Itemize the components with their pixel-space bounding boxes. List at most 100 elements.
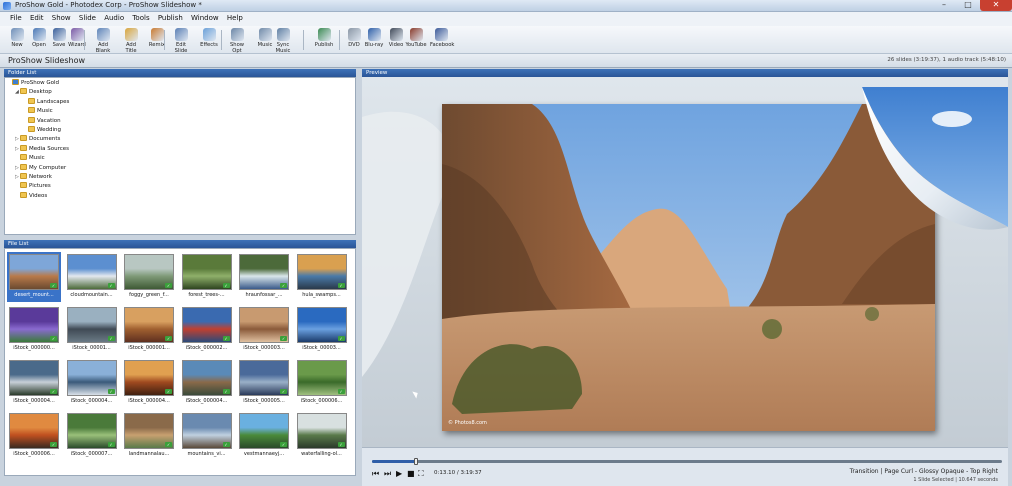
toolbar-add-title-button[interactable]: Add Title: [120, 28, 142, 54]
file-label: landmannalau...: [128, 451, 170, 457]
file-thumbnail[interactable]: ✓ forest_trees-...: [180, 252, 234, 302]
folder-tree-item[interactable]: ▷ Documents: [15, 135, 60, 144]
toolbar: New Open Save Wizard Add Blank Add Title Remix…: [0, 26, 1012, 54]
toolbar-button-label: Add Title: [125, 42, 137, 54]
file-thumbnail[interactable]: ✓ mountains_vi...: [180, 411, 234, 461]
file-thumbnail[interactable]: ✓ iStock_000003...: [237, 305, 291, 355]
toolbar-video-button[interactable]: Video: [385, 28, 407, 48]
menu-help[interactable]: Help: [224, 12, 246, 25]
dvd-icon: [347, 28, 361, 41]
folder-tree-item[interactable]: ▷ Media Sources: [15, 144, 70, 154]
toolbar-effects-button[interactable]: Effects: [198, 28, 220, 48]
show-opt-icon: [230, 28, 244, 41]
menu-edit[interactable]: Edit: [27, 12, 47, 25]
file-thumbnail[interactable]: ✓ iStock_000004...: [65, 358, 119, 408]
toolbar-publish-button[interactable]: Publish: [313, 28, 335, 48]
play-button[interactable]: ▶: [396, 469, 402, 479]
fullscreen-button[interactable]: ⛶: [418, 469, 424, 479]
toolbar-add-blank-button[interactable]: Add Blank: [92, 28, 114, 54]
file-thumbnail[interactable]: ✓ iStock_000006...: [7, 411, 61, 461]
file-thumbnail[interactable]: ✓ vestmannaeyj...: [237, 411, 291, 461]
toolbar-youtube-button[interactable]: YouTube: [405, 28, 427, 48]
previous-slide-button[interactable]: ⏮: [372, 469, 379, 479]
file-thumbnail[interactable]: ✓ hraunfossar_...: [237, 252, 291, 302]
menu-slide[interactable]: Slide: [76, 12, 99, 25]
youtube-icon: [409, 28, 423, 41]
toolbar-open-button[interactable]: Open: [28, 28, 50, 48]
folder-tree-item[interactable]: Music: [23, 107, 53, 116]
toolbar-sync-music-button[interactable]: Sync Music: [272, 28, 294, 54]
folder-list-header: Folder List: [4, 69, 356, 77]
stop-button[interactable]: ■: [407, 469, 415, 479]
folder-tree-item[interactable]: Vacation: [23, 116, 61, 126]
project-info: 26 slides (3:19:37), 1 audio track (5:48…: [887, 57, 1006, 63]
file-thumbnail[interactable]: ✓ iStock_000004...: [7, 358, 61, 408]
folder-label: Media Sources: [29, 145, 70, 152]
toolbar-button-label: Publish: [314, 42, 334, 48]
file-thumbnail[interactable]: ✓ desert_mount...: [7, 252, 61, 302]
close-button[interactable]: ✕: [980, 0, 1012, 11]
menu-audio[interactable]: Audio: [101, 12, 127, 25]
folder-tree-item[interactable]: Wedding: [23, 126, 61, 135]
folder-label: Vacation: [37, 117, 61, 124]
folder-tree-item[interactable]: Landscapes: [23, 97, 69, 107]
title-bar: ProShow Gold - Photodex Corp - ProShow S…: [0, 0, 1012, 12]
toolbar-blu-ray-button[interactable]: Blu-ray: [363, 28, 385, 48]
file-thumbnail[interactable]: ✓ landmannalau...: [122, 411, 176, 461]
file-thumbnail[interactable]: ✓ waterfalling-ol...: [295, 411, 349, 461]
file-thumbnail[interactable]: ✓ iStock_000007...: [65, 411, 119, 461]
thumbnail-image: ✓: [296, 254, 347, 290]
music-icon: [258, 28, 272, 41]
menu-file[interactable]: File: [7, 12, 25, 25]
file-thumbnail[interactable]: ✓ iStock_000005...: [237, 358, 291, 408]
maximize-button[interactable]: □: [956, 0, 980, 11]
file-thumbnail[interactable]: ✓ iStock_000002...: [180, 305, 234, 355]
file-thumbnail[interactable]: ✓ iStock_000006...: [295, 358, 349, 408]
file-label: hraunfossar_...: [245, 292, 283, 298]
toolbar-show-opt-button[interactable]: Show Opt: [226, 28, 248, 54]
folder-tree-item[interactable]: ProShow Gold: [7, 79, 59, 88]
folder-tree-item[interactable]: Videos: [15, 191, 47, 201]
toolbar-button-label: Music: [257, 42, 273, 48]
thumbnail-image: ✓: [124, 307, 174, 343]
toolbar-facebook-button[interactable]: Facebook: [430, 28, 455, 48]
used-check-icon: ✓: [222, 442, 230, 447]
menu-publish[interactable]: Publish: [155, 12, 186, 25]
file-thumbnail[interactable]: ✓ cloudmountain...: [65, 252, 119, 302]
toolbar-button-label: New: [11, 42, 23, 48]
file-label: mountains_vi...: [187, 451, 226, 457]
file-thumbnail[interactable]: ✓ iStock_000000...: [7, 305, 61, 355]
minimize-button[interactable]: –: [932, 0, 956, 11]
menu-window[interactable]: Window: [188, 12, 222, 25]
file-thumbnail[interactable]: ✓ iStock_00003...: [295, 305, 349, 355]
menu-show[interactable]: Show: [49, 12, 74, 25]
folder-tree-item[interactable]: ▷ Network: [15, 173, 52, 182]
file-thumbnail[interactable]: ✓ iStock_000004...: [122, 358, 176, 408]
folder-tree-item[interactable]: ◢ Desktop: [15, 88, 52, 97]
timeline-handle[interactable]: [414, 458, 419, 465]
folder-list: ProShow Gold ◢ Desktop Landscapes Music Vacat…: [4, 77, 356, 235]
toolbar-button-label: Facebook: [430, 42, 455, 48]
next-slide-button[interactable]: ⏭: [384, 469, 391, 479]
file-thumbnail[interactable]: ✓ hula_swamps...: [295, 252, 349, 302]
toolbar-edit-slide-button[interactable]: Edit Slide: [170, 28, 192, 54]
timeline-slider[interactable]: [372, 458, 1002, 465]
file-thumbnail[interactable]: ✓ iStock_00001...: [65, 305, 119, 355]
folder-tree-item[interactable]: Pictures: [15, 182, 51, 191]
folder-tree-item[interactable]: ▷ My Computer: [15, 163, 66, 173]
file-thumbnail[interactable]: ✓ iStock_000001...: [122, 305, 176, 355]
used-check-icon: ✓: [107, 442, 115, 447]
file-thumbnail[interactable]: ✓ iStock_000004...: [180, 358, 234, 408]
file-list-header: File List: [4, 240, 356, 248]
menu-tools[interactable]: Tools: [129, 12, 152, 25]
file-label: iStock_000001...: [128, 345, 170, 351]
toolbar-dvd-button[interactable]: DVD: [343, 28, 365, 48]
file-label: iStock_000004...: [70, 398, 113, 404]
playback-controls: ⏮ ⏭ ▶ ■ ⛶ 0:13.10 / 3:19:37 Transition |…: [362, 447, 1008, 486]
toolbar-button-label: Remix: [148, 42, 166, 48]
edit-slide-icon: [174, 28, 188, 41]
publish-icon: [317, 28, 331, 41]
file-thumbnail[interactable]: ✓ foggy_green_f...: [122, 252, 176, 302]
toolbar-new-button[interactable]: New: [6, 28, 28, 48]
folder-tree-item[interactable]: Music: [15, 154, 45, 163]
